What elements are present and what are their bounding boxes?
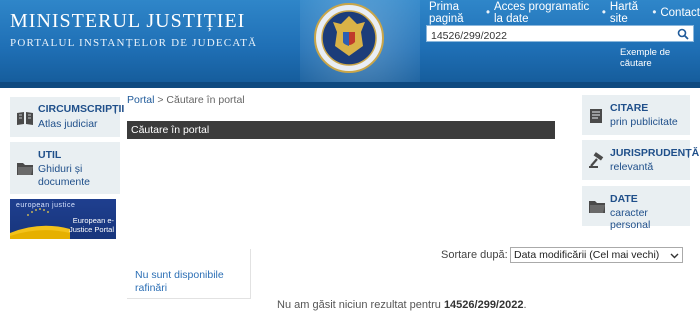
citare-sub: prin publicitate <box>610 116 678 128</box>
search-input[interactable] <box>427 28 675 44</box>
site-title[interactable]: MINISTERUL JUSTIȚIEI <box>10 10 245 33</box>
util-card[interactable]: UTIL Ghiduri și documente <box>10 142 120 194</box>
no-results-prefix: Nu am găsit niciun rezultat pentru <box>277 299 441 311</box>
nav-sitemap[interactable]: Hartă site <box>610 1 648 25</box>
jurisprudenta-card[interactable]: JURISPRUDENȚĂ relevantă <box>582 140 699 180</box>
top-navigation: Prima pagină • Acces programatic la date… <box>429 1 700 25</box>
citare-title: CITARE <box>610 102 649 114</box>
site-header: MINISTERUL JUSTIȚIEI PORTALUL INSTANȚELO… <box>0 0 700 88</box>
no-results-message: Nu am găsit niciun rezultat pentru 14526… <box>277 299 527 311</box>
util-title: UTIL <box>38 149 62 161</box>
book-icon <box>17 112 33 125</box>
no-results-query: 14526/299/2022 <box>443 299 524 311</box>
jurisprudenta-title: JURISPRUDENȚĂ <box>610 147 700 159</box>
sort-select[interactable]: Data modificării (Cel mai vechi) <box>510 247 683 263</box>
romania-emblem[interactable] <box>313 2 385 74</box>
search-examples-link[interactable]: Exemple de căutare <box>620 47 700 69</box>
refine-empty-text: Nu sunt disponibile rafinări <box>135 269 224 294</box>
date-sub: caracter personal <box>610 207 651 231</box>
search-box <box>426 25 694 44</box>
document-list-icon <box>590 109 602 123</box>
nav-home[interactable]: Prima pagină <box>429 1 482 25</box>
circumscriptii-title: CIRCUMSCRIPȚII <box>38 103 125 115</box>
search-icon[interactable] <box>677 28 689 40</box>
folder-icon <box>17 163 33 175</box>
nav-contact[interactable]: Contact <box>660 7 700 19</box>
page-title: Căutare în portal <box>127 121 555 139</box>
no-results-suffix: . <box>523 299 527 311</box>
sort-label: Sortare după: <box>441 249 508 261</box>
util-sub: Ghiduri și documente <box>38 163 90 188</box>
refine-panel: Nu sunt disponibile rafinări <box>127 249 251 299</box>
ejustice-portal-banner[interactable]: european justice European e-Justice Port… <box>10 199 116 239</box>
chevron-down-icon <box>670 253 679 259</box>
ejustice-label: European e-Justice Portal <box>68 216 114 234</box>
nav-api-access[interactable]: Acces programatic la date <box>494 1 598 25</box>
date-card[interactable]: DATE caracter personal <box>582 186 690 231</box>
date-title: DATE <box>610 193 638 205</box>
breadcrumb-portal[interactable]: Portal <box>127 94 154 106</box>
sort-selected-value: Data modificării (Cel mai vechi) <box>514 249 660 261</box>
ejustice-brand: european justice <box>16 202 76 209</box>
circumscriptii-sub: Atlas judiciar <box>38 118 98 130</box>
jurisprudenta-sub: relevantă <box>610 161 654 173</box>
breadcrumb-current: > Căutare în portal <box>157 94 245 106</box>
circumscriptii-card[interactable]: CIRCUMSCRIPȚII Atlas judiciar <box>10 97 124 137</box>
folder-icon <box>589 201 605 213</box>
gavel-icon <box>589 152 604 168</box>
site-subtitle[interactable]: PORTALUL INSTANȚELOR DE JUDECATĂ <box>10 37 257 49</box>
citare-card[interactable]: CITARE prin publicitate <box>582 95 690 135</box>
breadcrumb: Portal > Căutare în portal <box>127 94 245 106</box>
